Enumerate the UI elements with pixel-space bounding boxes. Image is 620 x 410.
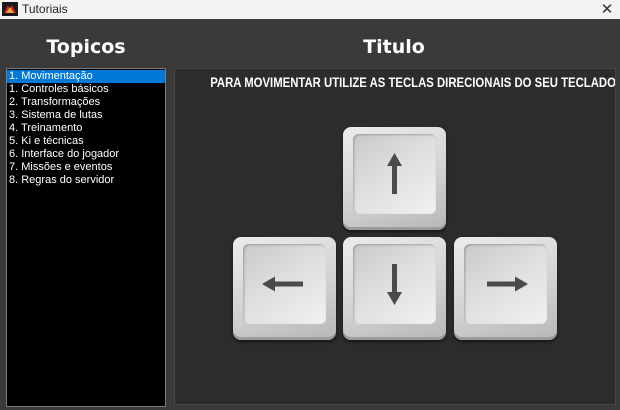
close-icon: ✕	[600, 1, 614, 18]
arrow-right-icon	[487, 276, 528, 292]
window-title: Tutoriais	[22, 2, 68, 16]
key-face	[353, 134, 436, 214]
key-face	[243, 244, 326, 324]
arrow-down-icon	[387, 264, 402, 305]
topic-item[interactable]: 1. Movimentação	[7, 70, 165, 83]
topic-item[interactable]: 3. Sistema de lutas	[7, 109, 165, 122]
arrow-up-key[interactable]	[343, 127, 446, 230]
title-bar: Tutoriais ✕	[0, 0, 620, 19]
topic-list[interactable]: 1. Movimentação 1. Controles básicos 2. …	[6, 68, 166, 407]
key-face	[353, 244, 436, 324]
tutorial-content-panel: PARA MOVIMENTAR UTILIZE AS TECLAS DIRECI…	[174, 68, 616, 405]
topic-item[interactable]: 2. Transformações	[7, 96, 165, 109]
arrow-down-key[interactable]	[343, 237, 446, 340]
arrow-left-key[interactable]	[233, 237, 336, 340]
arrow-right-key[interactable]	[454, 237, 557, 340]
arrow-up-icon	[387, 153, 402, 194]
topic-item[interactable]: 5. Ki e técnicas	[7, 135, 165, 148]
topic-item[interactable]: 1. Controles básicos	[7, 83, 165, 96]
topic-item[interactable]: 8. Regras do servidor	[7, 174, 165, 187]
topic-item[interactable]: 7. Missões e eventos	[7, 161, 165, 174]
topic-item[interactable]: 4. Treinamento	[7, 122, 165, 135]
topic-item[interactable]: 6. Interface do jogador	[7, 148, 165, 161]
content-title: Titulo	[363, 36, 425, 58]
topics-heading: Topicos	[46, 36, 126, 58]
instruction-text: PARA MOVIMENTAR UTILIZE AS TECLAS DIRECI…	[210, 75, 616, 90]
close-button[interactable]: ✕	[594, 0, 620, 19]
app-logo-icon	[2, 2, 18, 16]
arrow-left-icon	[262, 276, 303, 292]
key-face	[464, 244, 547, 324]
